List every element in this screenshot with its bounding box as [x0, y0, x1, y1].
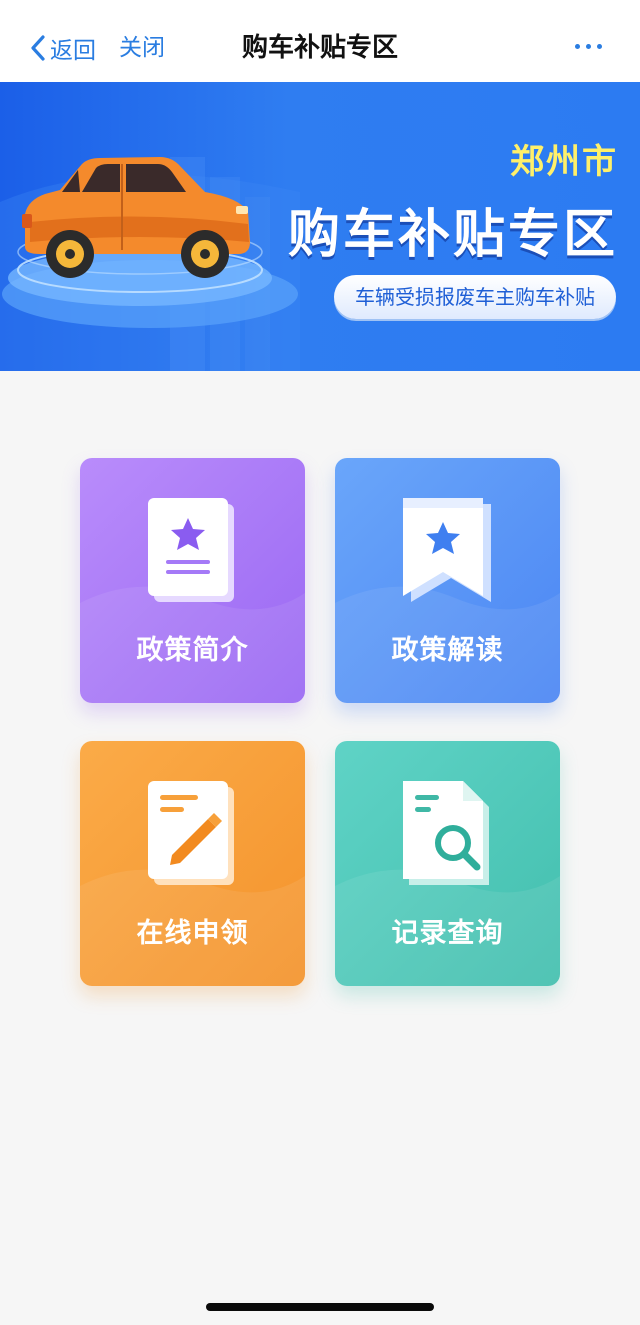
document-star-icon — [148, 498, 234, 602]
search-document-icon — [403, 781, 489, 885]
page-title: 购车补贴专区 — [241, 33, 398, 63]
policy-interpretation-label: 政策解读 — [391, 635, 504, 666]
close-button[interactable]: 关闭 — [119, 28, 165, 68]
hero-banner: 郑州市 购车补贴专区 车辆受损报废车主购车补贴 — [0, 82, 640, 371]
back-button[interactable]: 返回 — [30, 28, 96, 68]
policy-interpretation-tile[interactable]: 政策解读 — [335, 458, 560, 703]
banner-city: 郑州市 — [510, 142, 618, 182]
policy-intro-label: 政策简介 — [136, 635, 249, 666]
navigation-bar: 返回 关闭 购车补贴专区 — [0, 0, 640, 82]
banner-title: 购车补贴专区 — [287, 205, 618, 265]
record-query-label: 记录查询 — [391, 918, 504, 949]
more-dots-icon — [575, 44, 580, 49]
chevron-left-icon — [31, 35, 45, 61]
edit-document-icon — [148, 781, 234, 885]
more-options-button[interactable] — [575, 44, 602, 49]
policy-intro-tile[interactable]: 政策简介 — [80, 458, 305, 703]
banner-subtitle-pill: 车辆受损报废车主购车补贴 — [334, 275, 616, 319]
back-label: 返回 — [50, 38, 96, 64]
home-indicator — [206, 1303, 434, 1311]
online-application-label: 在线申领 — [136, 918, 249, 949]
bookmark-star-icon — [403, 498, 491, 602]
record-query-tile[interactable]: 记录查询 — [335, 741, 560, 986]
online-application-tile[interactable]: 在线申领 — [80, 741, 305, 986]
